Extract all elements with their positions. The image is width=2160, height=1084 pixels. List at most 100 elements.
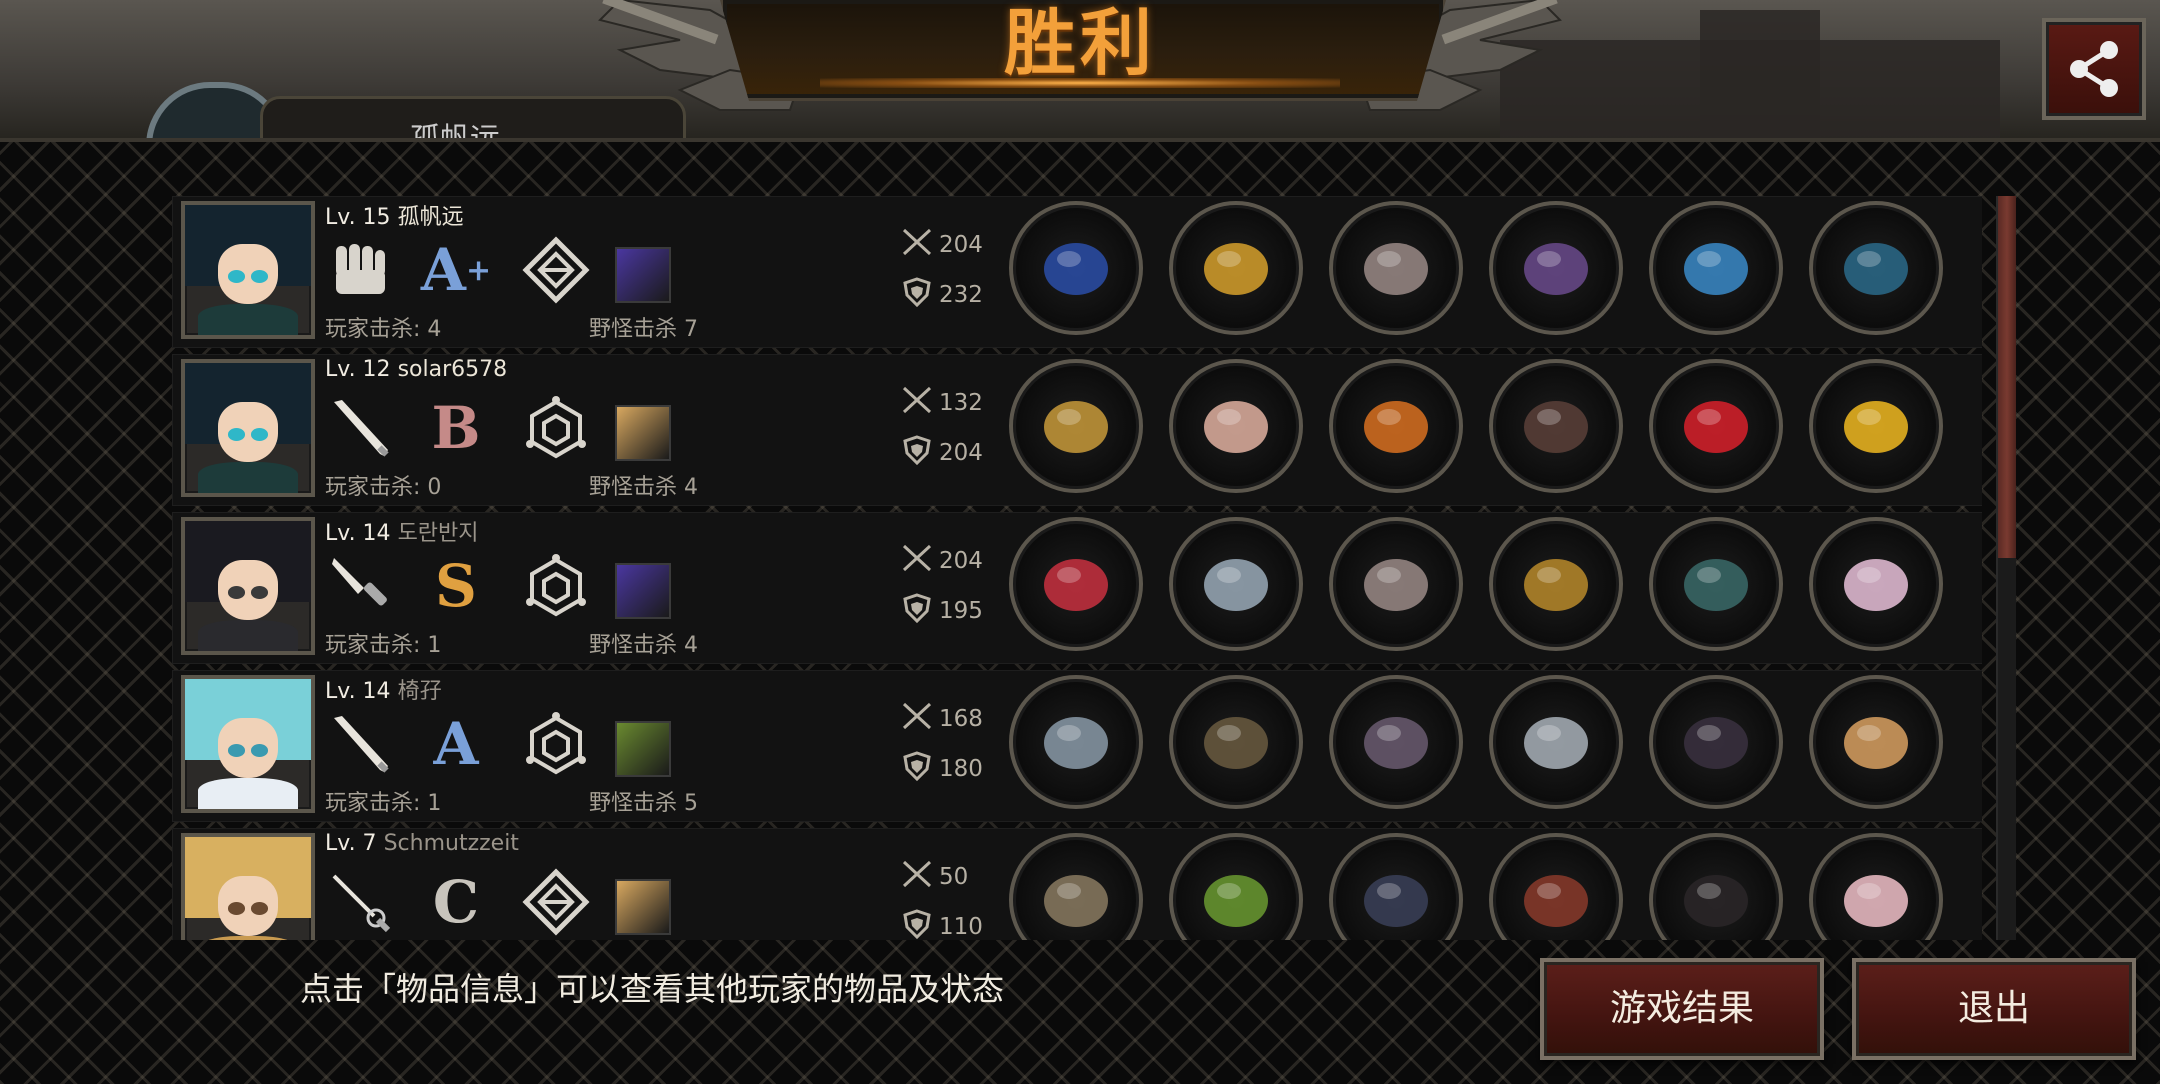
crimson-sword-icon: [1033, 539, 1119, 629]
trait-icon[interactable]: [615, 879, 671, 935]
item-slot[interactable]: [1009, 833, 1143, 940]
bat-icon: [325, 711, 395, 777]
attack-stat: 132: [901, 385, 983, 421]
item-slot[interactable]: [1169, 201, 1303, 335]
item-slot[interactable]: [1329, 517, 1463, 651]
player-title: Lv. 14 椅孖: [325, 673, 442, 705]
item-slot[interactable]: [1809, 675, 1943, 809]
bat-icon: [325, 395, 395, 461]
player-title: Lv. 14 도란반지: [325, 515, 479, 547]
trait-icon[interactable]: [615, 405, 671, 461]
item-slot[interactable]: [1489, 359, 1623, 493]
fist-icon: [325, 237, 395, 303]
attack-value: 50: [939, 864, 969, 890]
player-name: solar6578: [397, 357, 508, 382]
player-stat-icons: C: [325, 868, 705, 936]
item-slot[interactable]: [1809, 359, 1943, 493]
player-title: Lv. 7 Schmutzzeit: [325, 831, 519, 856]
item-slot[interactable]: [1169, 833, 1303, 940]
item-slot[interactable]: [1329, 675, 1463, 809]
player-avatar[interactable]: [181, 201, 315, 339]
blue-sneakers-icon: [1673, 223, 1759, 313]
item-slot[interactable]: [1169, 359, 1303, 493]
exit-button[interactable]: 退出: [1852, 958, 2136, 1060]
trait-icon[interactable]: [615, 563, 671, 619]
player-row[interactable]: Lv. 12 solar6578 B 玩家击杀: 0 野怪击杀 4 132 204: [172, 354, 1982, 506]
item-slots: [1009, 359, 1969, 493]
item-slot[interactable]: [1809, 201, 1943, 335]
item-slot[interactable]: [1649, 675, 1783, 809]
avatar-body: [197, 619, 299, 651]
avatar-face: [217, 402, 279, 462]
self-name: 孤帆远: [410, 122, 500, 140]
defense-stat: 110: [901, 909, 983, 940]
player-avatar[interactable]: [181, 675, 315, 813]
grade-letter: C: [432, 868, 480, 936]
defense-stat: 232: [901, 277, 983, 313]
share-button[interactable]: [2042, 18, 2146, 120]
player-list[interactable]: Lv. 15 孤帆远 A + 玩家击杀: 4 野怪击杀 7 204 232 Lv. 12 so…: [172, 196, 1982, 940]
item-slot[interactable]: [1649, 201, 1783, 335]
trait-icon[interactable]: [615, 721, 671, 777]
player-stat-icons: B: [325, 394, 705, 462]
defense-value: 110: [939, 914, 983, 940]
player-row[interactable]: Lv. 15 孤帆远 A + 玩家击杀: 4 野怪击杀 7 204 232: [172, 196, 1982, 348]
item-slot[interactable]: [1009, 201, 1143, 335]
avatar-eye: [250, 270, 269, 283]
defense-value: 232: [939, 282, 983, 308]
victory-title: 胜利: [1003, 1, 1156, 85]
player-avatar[interactable]: [181, 517, 315, 655]
trait-icon[interactable]: [615, 247, 671, 303]
item-slots: [1009, 517, 1969, 651]
item-slot[interactable]: [1489, 675, 1623, 809]
avatar-body: [197, 461, 299, 493]
plate-armor-icon: [1353, 697, 1439, 787]
item-slot[interactable]: [1489, 201, 1623, 335]
crossed-swords-icon: [901, 385, 933, 421]
item-slot[interactable]: [1169, 517, 1303, 651]
player-kills: 玩家击杀: 1: [325, 633, 442, 658]
diamond-emblem-icon: [521, 236, 591, 304]
item-slot[interactable]: [1809, 517, 1943, 651]
item-slot[interactable]: [1329, 833, 1463, 940]
avatar-face: [217, 244, 279, 304]
attack-value: 168: [939, 706, 983, 732]
avatar-body: [197, 777, 299, 809]
item-slot[interactable]: [1649, 833, 1783, 940]
player-row[interactable]: Lv. 14 椅孖 A 玩家击杀: 1 野怪击杀 5 168 180: [172, 670, 1982, 822]
shield-icon: [901, 909, 933, 940]
golden-whip-icon: [1033, 381, 1119, 471]
scrollbar-thumb[interactable]: [1998, 196, 2016, 558]
item-slot[interactable]: [1009, 517, 1143, 651]
grade-badge: S: [421, 552, 491, 620]
item-slot[interactable]: [1009, 359, 1143, 493]
item-slot[interactable]: [1809, 833, 1943, 940]
item-slot[interactable]: [1329, 201, 1463, 335]
item-slot[interactable]: [1009, 675, 1143, 809]
item-slot[interactable]: [1329, 359, 1463, 493]
green-sneakers-icon: [1673, 539, 1759, 629]
scrollbar[interactable]: [1996, 196, 2016, 940]
steel-gauntlet-icon: [1033, 697, 1119, 787]
player-title: Lv. 15 孤帆远: [325, 199, 464, 231]
player-level: Lv. 14: [325, 521, 391, 546]
hex-emblem-icon: [521, 711, 591, 777]
player-level: Lv. 12: [325, 357, 391, 382]
monster-kills: 野怪击杀 5: [589, 791, 698, 816]
player-avatar[interactable]: [181, 359, 315, 497]
item-slot[interactable]: [1489, 517, 1623, 651]
blue-orb-icon: [1833, 223, 1919, 313]
player-row[interactable]: Lv. 14 도란반지 S 玩家击杀: 1 野怪击杀 4 204 195: [172, 512, 1982, 664]
player-avatar[interactable]: [181, 833, 315, 940]
hex-emblem-icon: [521, 395, 591, 461]
attack-stat: 168: [901, 701, 983, 737]
avatar-body: [197, 935, 299, 940]
player-row[interactable]: Lv. 7 SchmutzzeitC玩家击杀: 1野怪击杀 350110: [172, 828, 1982, 940]
item-slot[interactable]: [1169, 675, 1303, 809]
attack-stat: 204: [901, 543, 983, 579]
item-slot[interactable]: [1649, 517, 1783, 651]
item-slot[interactable]: [1489, 833, 1623, 940]
game-results-button[interactable]: 游戏结果: [1540, 958, 1824, 1060]
hint-text: 点击「物品信息」可以查看其他玩家的物品及状态: [300, 970, 1005, 1008]
item-slot[interactable]: [1649, 359, 1783, 493]
